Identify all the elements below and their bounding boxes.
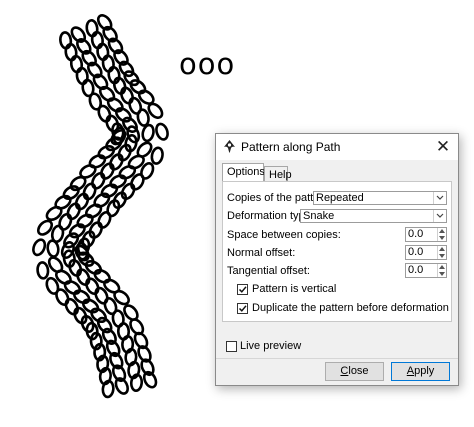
pattern-copy-ellipse[interactable] xyxy=(69,54,84,74)
spin-buttons[interactable] xyxy=(437,264,446,277)
button-separator xyxy=(216,358,458,359)
deformation-value: Snake xyxy=(303,210,335,222)
tangential-offset-label: Tangential offset: xyxy=(227,265,310,277)
pattern-copy-ellipse[interactable] xyxy=(36,261,50,280)
pattern-copy-ellipse[interactable] xyxy=(150,146,164,165)
tangential-offset-input[interactable]: 0.0 xyxy=(405,263,447,278)
tab-options[interactable]: Options xyxy=(222,163,265,182)
spin-up-icon[interactable] xyxy=(438,228,446,234)
pattern-copy-ellipse[interactable] xyxy=(46,239,60,258)
pattern-along-path-dialog: Pattern along Path ✕ Options Help Copies… xyxy=(215,133,459,386)
spin-buttons[interactable] xyxy=(437,246,446,259)
sample-text-object[interactable]: ooo xyxy=(179,50,235,79)
dialog-title: Pattern along Path xyxy=(241,140,341,154)
live-preview-checkbox[interactable] xyxy=(226,341,237,352)
options-panel: Copies of the pattern: Repeated Deformat… xyxy=(222,181,452,322)
dialog-titlebar[interactable]: Pattern along Path ✕ xyxy=(216,134,458,160)
normal-offset-input[interactable]: 0.0 xyxy=(405,245,447,260)
apply-button[interactable]: Apply xyxy=(391,362,450,381)
spin-down-icon[interactable] xyxy=(438,253,446,259)
pattern-copy-ellipse[interactable] xyxy=(136,108,150,127)
close-label-rest: lose xyxy=(348,365,369,377)
normal-offset-value: 0.0 xyxy=(408,246,424,258)
pattern-copy-ellipse[interactable] xyxy=(154,122,169,141)
space-label: Space between copies: xyxy=(227,229,341,241)
tab-help[interactable]: Help xyxy=(264,166,292,182)
pattern-copy-ellipse[interactable] xyxy=(31,238,47,257)
inkscape-app-icon xyxy=(222,139,237,154)
pattern-vertical-checkbox[interactable] xyxy=(237,284,248,295)
tangential-offset-value: 0.0 xyxy=(408,264,424,276)
pattern-copy-ellipse[interactable] xyxy=(75,66,89,86)
apply-mnemonic: A xyxy=(406,365,415,377)
space-between-copies-input[interactable]: 0.0 xyxy=(405,227,447,242)
chevron-down-icon xyxy=(433,210,446,222)
copies-value: Repeated xyxy=(316,192,364,204)
normal-offset-label: Normal offset: xyxy=(227,247,296,259)
spin-down-icon[interactable] xyxy=(438,271,446,277)
pattern-copy-ellipse[interactable] xyxy=(114,377,130,396)
deformation-select[interactable]: Snake xyxy=(300,209,447,223)
close-window-icon[interactable]: ✕ xyxy=(432,136,454,158)
spin-up-icon[interactable] xyxy=(438,246,446,252)
duplicate-pattern-checkbox[interactable] xyxy=(237,303,248,314)
pattern-vertical-label[interactable]: Pattern is vertical xyxy=(252,283,336,295)
pattern-copy-ellipse[interactable] xyxy=(142,370,158,389)
chevron-down-icon xyxy=(433,192,446,204)
duplicate-pattern-label[interactable]: Duplicate the pattern before deformation xyxy=(252,302,449,314)
close-button[interactable]: Close xyxy=(325,362,384,381)
space-value: 0.0 xyxy=(408,228,424,240)
spin-buttons[interactable] xyxy=(437,228,446,241)
live-preview-label[interactable]: Live preview xyxy=(240,340,301,352)
apply-label-rest: pply xyxy=(414,365,435,377)
spin-up-icon[interactable] xyxy=(438,264,446,270)
spin-down-icon[interactable] xyxy=(438,235,446,241)
copies-select[interactable]: Repeated xyxy=(313,191,447,205)
